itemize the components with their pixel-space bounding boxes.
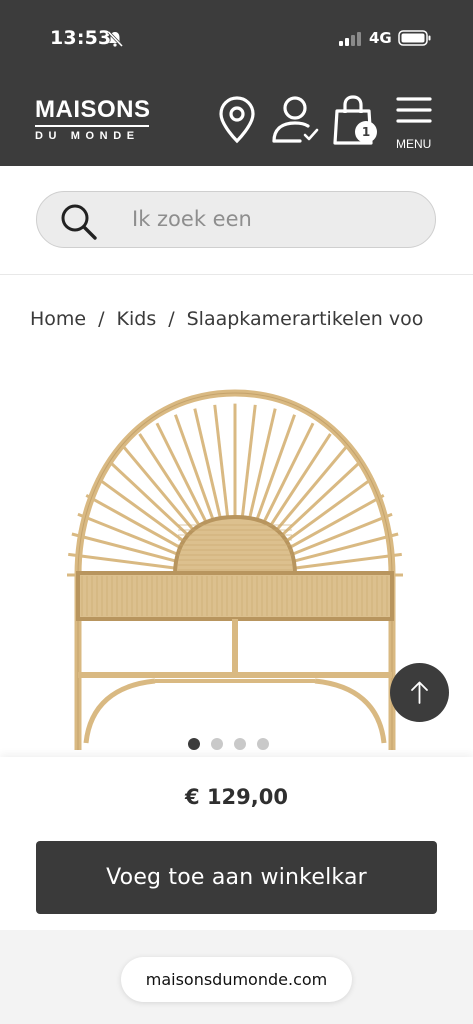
logo-sub-text: DU MONDE [35, 130, 140, 142]
breadcrumb-kids[interactable]: Kids [117, 308, 157, 330]
brand-logo[interactable]: MAISONS DU MONDE [35, 97, 153, 142]
arrow-up-icon [411, 681, 428, 704]
scroll-to-top-button[interactable] [390, 663, 449, 722]
search-icon[interactable] [59, 202, 99, 246]
cart-count-badge: 1 [355, 121, 377, 143]
add-to-cart-button[interactable]: Voeg toe aan winkelkar [36, 841, 437, 914]
search-input[interactable] [132, 192, 422, 246]
menu-label[interactable]: MENU [396, 137, 431, 151]
bell-muted-icon [106, 30, 124, 52]
carousel-dot[interactable] [188, 738, 200, 750]
battery-icon [398, 30, 432, 50]
breadcrumb-home[interactable]: Home [30, 308, 86, 330]
account-icon[interactable] [270, 95, 322, 149]
product-image[interactable] [60, 385, 410, 764]
breadcrumb-separator: / [168, 308, 175, 330]
carousel-dot[interactable] [257, 738, 269, 750]
breadcrumb-bedroom-items[interactable]: Slaapkamerartikelen voo [187, 308, 424, 330]
search-section [0, 166, 473, 275]
browser-url-bar[interactable]: maisonsdumonde.com [121, 957, 352, 1002]
carousel-indicators [188, 738, 269, 750]
status-time: 13:53 [50, 27, 112, 49]
headboard-illustration [67, 389, 403, 750]
search-bar[interactable] [36, 191, 436, 248]
site-header: 13:53 4G MAISONS DU MONDE 1 MENU [0, 0, 473, 166]
hamburger-menu-icon[interactable] [396, 96, 432, 130]
network-type: 4G [369, 29, 392, 47]
carousel-dot[interactable] [211, 738, 223, 750]
carousel-dot[interactable] [234, 738, 246, 750]
breadcrumb: Home / Kids / Slaapkamerartikelen voo [30, 308, 473, 330]
product-price: € 129,00 [185, 785, 288, 809]
logo-main-text: MAISONS [35, 96, 151, 123]
breadcrumb-separator: / [98, 308, 105, 330]
signal-icon [339, 31, 363, 50]
logo-divider [35, 125, 149, 127]
location-pin-icon[interactable] [218, 95, 256, 149]
